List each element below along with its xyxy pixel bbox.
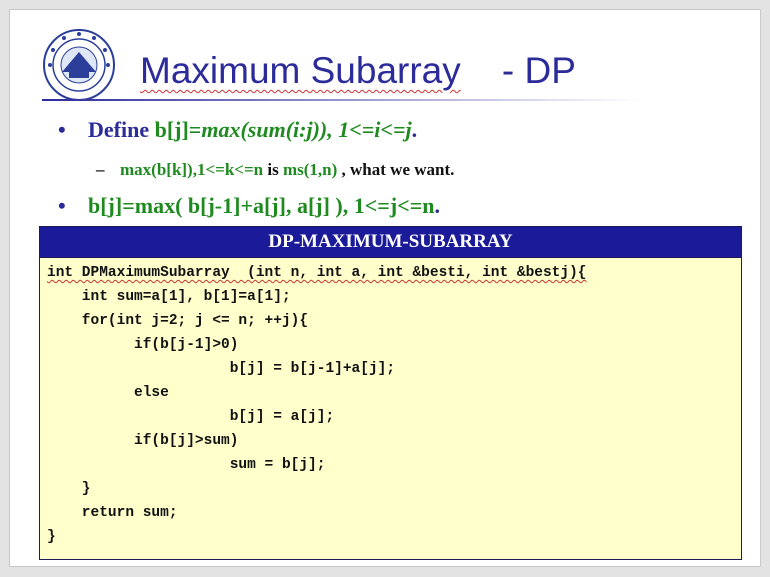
code-header: DP-MAXIMUM-SUBARRAY <box>40 227 741 258</box>
code-line: return sum; <box>47 505 178 521</box>
bullet-dot-icon: • <box>58 117 66 142</box>
define-lhs: b[j]= <box>154 117 202 142</box>
code-line: int DPMaximumSubarray (int n, int a, int… <box>47 265 587 281</box>
sub-bullet: – max(b[k]),1<=k<=n is ms(1,n) , what we … <box>96 160 454 180</box>
bullet-recurrence: • b[j]=max( b[j-1]+a[j], a[j] ), 1<=j<=n. <box>58 193 440 219</box>
code-line: for(int j=2; j <= n; ++j){ <box>47 313 309 329</box>
sub-part2: is <box>263 160 283 179</box>
code-line: } <box>47 529 56 545</box>
code-line: b[j] = b[j-1]+a[j]; <box>47 361 396 377</box>
code-line: if(b[j]>sum) <box>47 433 239 449</box>
bullet-define: • Define b[j]=max(sum(i:j)), 1<=i<=j. <box>58 117 417 143</box>
recurrence-period: . <box>434 193 440 218</box>
code-line: b[j] = a[j]; <box>47 409 335 425</box>
code-body: int DPMaximumSubarray (int n, int a, int… <box>40 258 741 549</box>
code-line: if(b[j-1]>0) <box>47 337 239 353</box>
code-line: } <box>47 481 91 497</box>
slide-title-suffix: - DP <box>501 50 576 91</box>
define-label: Define <box>88 117 150 142</box>
sub-part3: ms(1,n) <box>282 160 338 179</box>
dash-icon: – <box>96 160 105 179</box>
code-line: int sum=a[1], b[1]=a[1]; <box>47 289 291 305</box>
slide: Maximum Subarray - DP • Define b[j]=max(s… <box>9 9 761 567</box>
code-box: DP-MAXIMUM-SUBARRAY int DPMaximumSubarra… <box>39 226 742 560</box>
slide-title-main: Maximum Subarray <box>140 50 461 91</box>
recurrence-formula: b[j]=max( b[j-1]+a[j], a[j] ), 1<=j<=n <box>88 193 435 218</box>
code-line: else <box>47 385 169 401</box>
slide-title: Maximum Subarray - DP <box>140 50 576 92</box>
university-seal-icon <box>43 29 115 101</box>
define-period: . <box>411 117 418 142</box>
code-line: sum = b[j]; <box>47 457 326 473</box>
bullet-dot-icon: • <box>58 193 66 218</box>
title-divider <box>42 99 642 101</box>
sub-part1: max(b[k]),1<=k<=n <box>120 160 264 179</box>
sub-part4: , what we want. <box>337 160 455 179</box>
define-expr: max(sum(i:j)), 1<=i<=j <box>201 117 412 142</box>
